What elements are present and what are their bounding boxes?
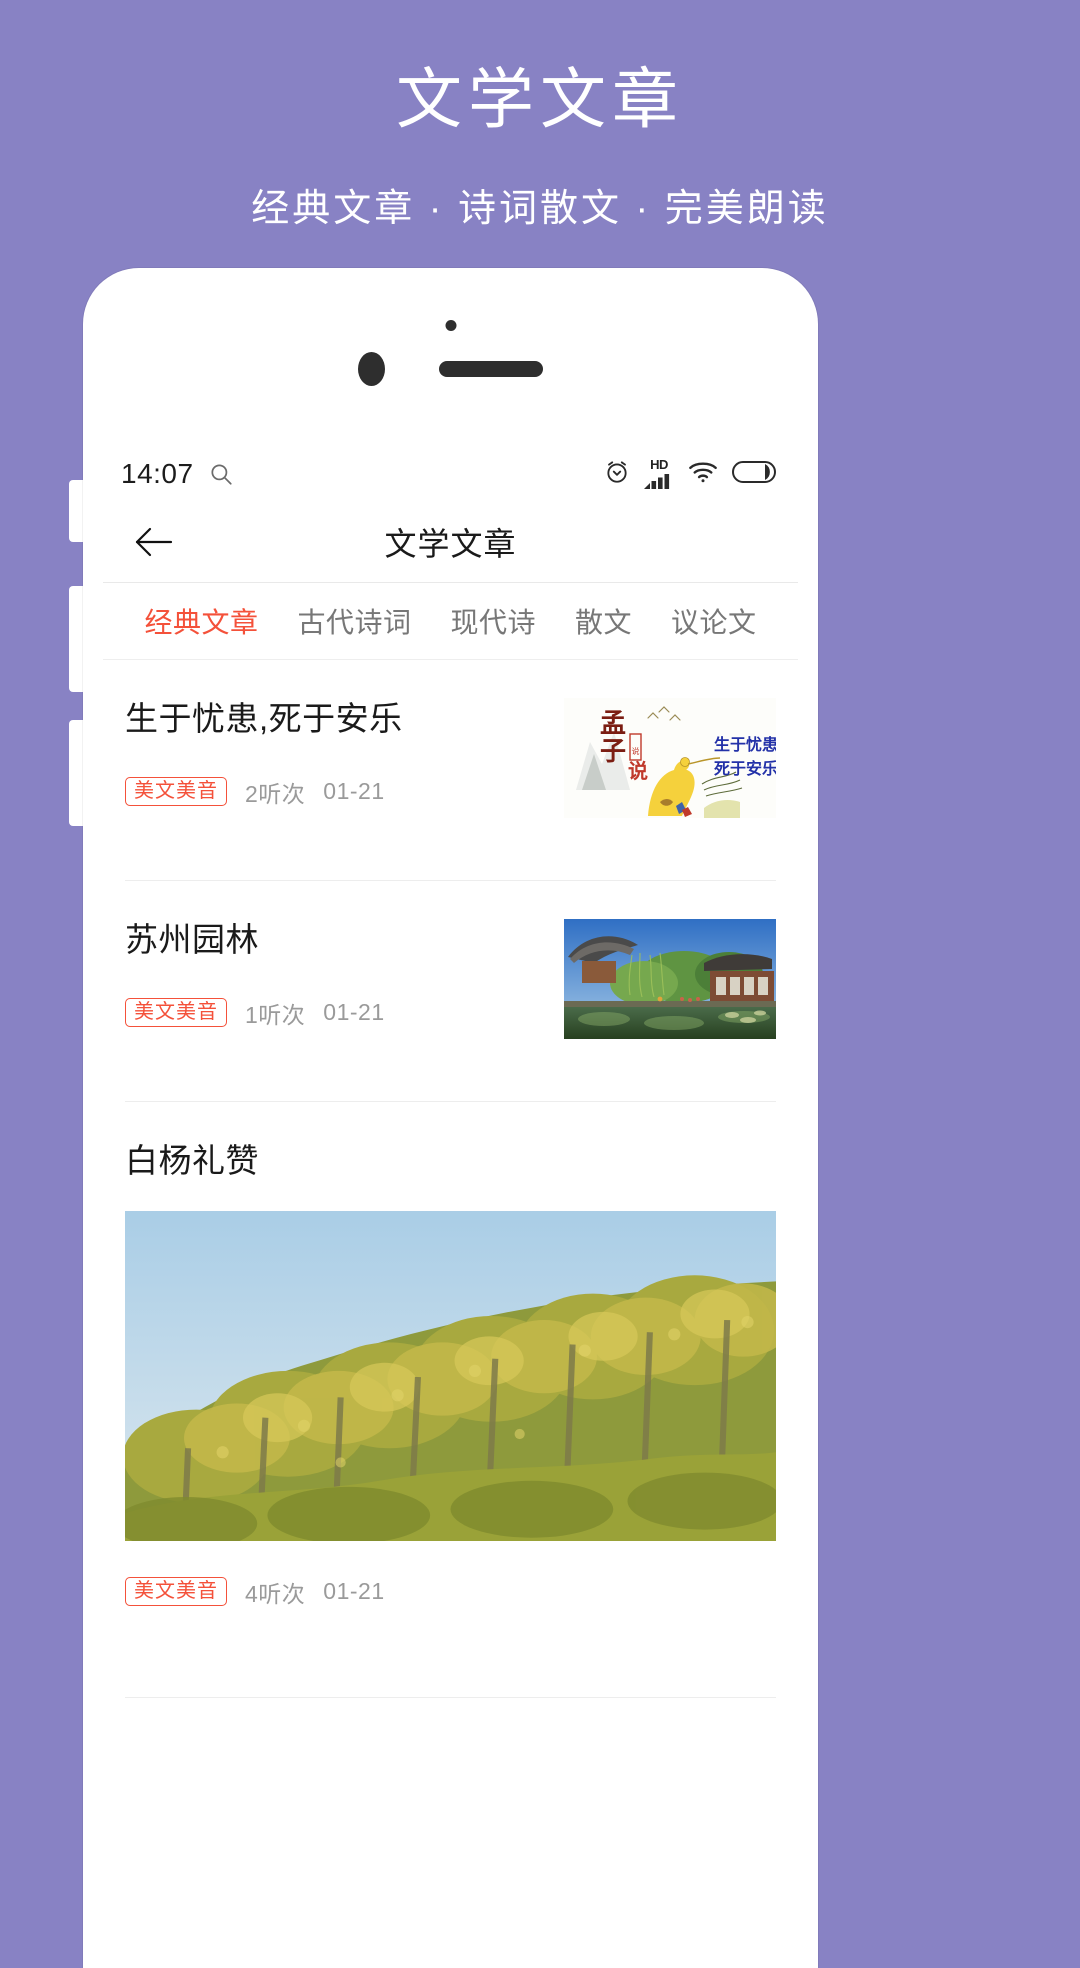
play-count: 2听次 <box>245 780 306 807</box>
svg-text:说: 说 <box>628 759 648 783</box>
phone-body: 14:07 HD 文学文章 经典文章 古代诗词 现代诗 散文 议论文 生于忧患,… <box>83 268 818 1968</box>
article-meta: 美文美音 1听次 01-21 <box>125 996 546 1030</box>
status-badge: 美文美音 <box>125 998 227 1028</box>
article-title: 生于忧患,死于安乐 <box>125 700 403 737</box>
battery-icon <box>732 460 776 489</box>
svg-text:子: 子 <box>600 737 626 767</box>
list-item[interactable] <box>125 1696 776 1779</box>
tab-ancient-poetry[interactable]: 古代诗词 <box>278 601 431 641</box>
status-bar: 14:07 HD <box>103 446 798 502</box>
play-count: 1听次 <box>245 1001 306 1028</box>
nav-bar: 文学文章 <box>103 502 798 582</box>
tab-modern-poetry[interactable]: 现代诗 <box>431 601 556 641</box>
page-subtitle: 经典文章 · 诗词散文 · 完美朗读 <box>251 187 829 230</box>
alarm-icon <box>604 459 630 490</box>
publish-date: 01-21 <box>323 778 385 805</box>
article-title <box>125 1736 776 1779</box>
status-badge: 美文美音 <box>125 1577 227 1607</box>
back-arrow-icon[interactable] <box>133 525 177 559</box>
category-tabs: 经典文章 古代诗词 现代诗 散文 议论文 <box>103 582 798 660</box>
svg-text:死于安乐: 死于安乐 <box>714 759 776 778</box>
article-meta: 美文美音 4听次 01-21 <box>125 1575 776 1609</box>
article-list: 生于忧患,死于安乐 美文美音 2听次 01-21 孟 子 说 说 生于忧患 死于… <box>103 660 798 1779</box>
list-item[interactable]: 白杨礼赞 美文美音 4听次 01-21 <box>125 1101 776 1697</box>
hd-label: HD <box>650 457 668 472</box>
article-thumbnail-poplar-trees <box>125 1210 776 1541</box>
article-title: 白杨礼赞 <box>125 1142 259 1179</box>
phone-screen: 14:07 HD 文学文章 经典文章 古代诗词 现代诗 散文 议论文 生于忧患,… <box>103 446 798 1946</box>
status-time: 14:07 <box>121 458 194 489</box>
publish-date: 01-21 <box>323 999 385 1026</box>
front-camera-icon <box>358 352 385 386</box>
status-icons: HD <box>604 458 776 490</box>
article-thumbnail-mengzi: 孟 子 说 说 生于忧患 死于安乐 <box>564 698 776 818</box>
page-title: 文学文章 <box>396 62 684 136</box>
list-item[interactable]: 生于忧患,死于安乐 美文美音 2听次 01-21 孟 子 说 说 生于忧患 死于… <box>125 660 776 880</box>
article-title: 苏州园林 <box>125 921 259 958</box>
phone-mockup: 14:07 HD 文学文章 经典文章 古代诗词 现代诗 散文 议论文 生于忧患,… <box>69 268 818 1968</box>
status-badge: 美文美音 <box>125 777 227 807</box>
earpiece-speaker-icon <box>439 361 543 377</box>
hd-signal-icon: HD <box>644 458 674 490</box>
svg-text:孟: 孟 <box>600 709 626 739</box>
svg-text:说: 说 <box>632 746 640 756</box>
article-meta: 美文美音 2听次 01-21 <box>125 775 546 809</box>
phone-hardware-row <box>83 352 818 386</box>
search-icon[interactable] <box>208 461 234 487</box>
promo-header: 文学文章 经典文章 · 诗词散文 · 完美朗读 <box>0 0 1080 232</box>
sensor-dot-icon <box>445 320 456 331</box>
play-count: 4听次 <box>245 1580 306 1607</box>
tab-classic-articles[interactable]: 经典文章 <box>125 601 278 641</box>
nav-title: 文学文章 <box>384 526 517 562</box>
svg-text:生于忧患: 生于忧患 <box>714 735 776 754</box>
list-item[interactable]: 苏州园林 美文美音 1听次 01-21 <box>125 880 776 1101</box>
wifi-icon <box>688 460 718 489</box>
tab-argumentative[interactable]: 议论文 <box>652 601 777 641</box>
article-thumbnail-suzhou-garden <box>564 919 776 1039</box>
publish-date: 01-21 <box>323 1578 385 1605</box>
tab-prose[interactable]: 散文 <box>556 601 652 641</box>
